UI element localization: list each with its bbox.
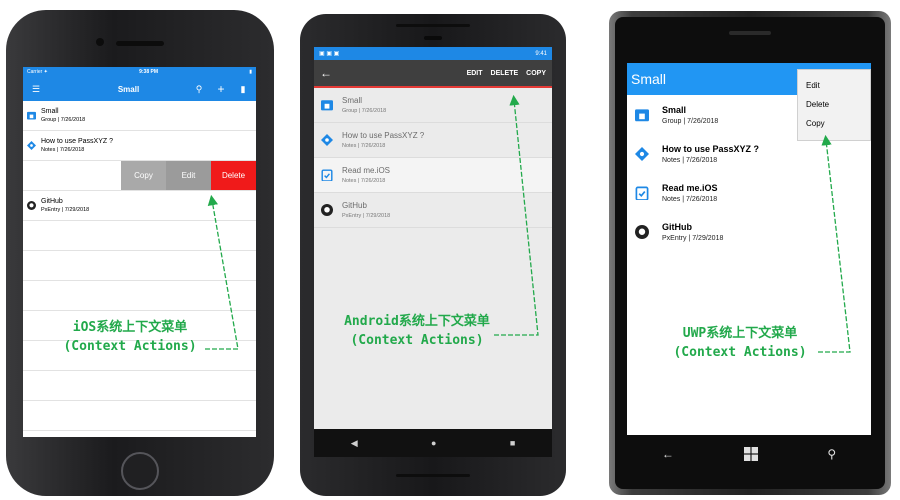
android-arrow [494, 94, 539, 336]
annotation-arrows [205, 94, 851, 353]
ios-arrow [205, 194, 239, 350]
uwp-arrow [818, 134, 851, 353]
